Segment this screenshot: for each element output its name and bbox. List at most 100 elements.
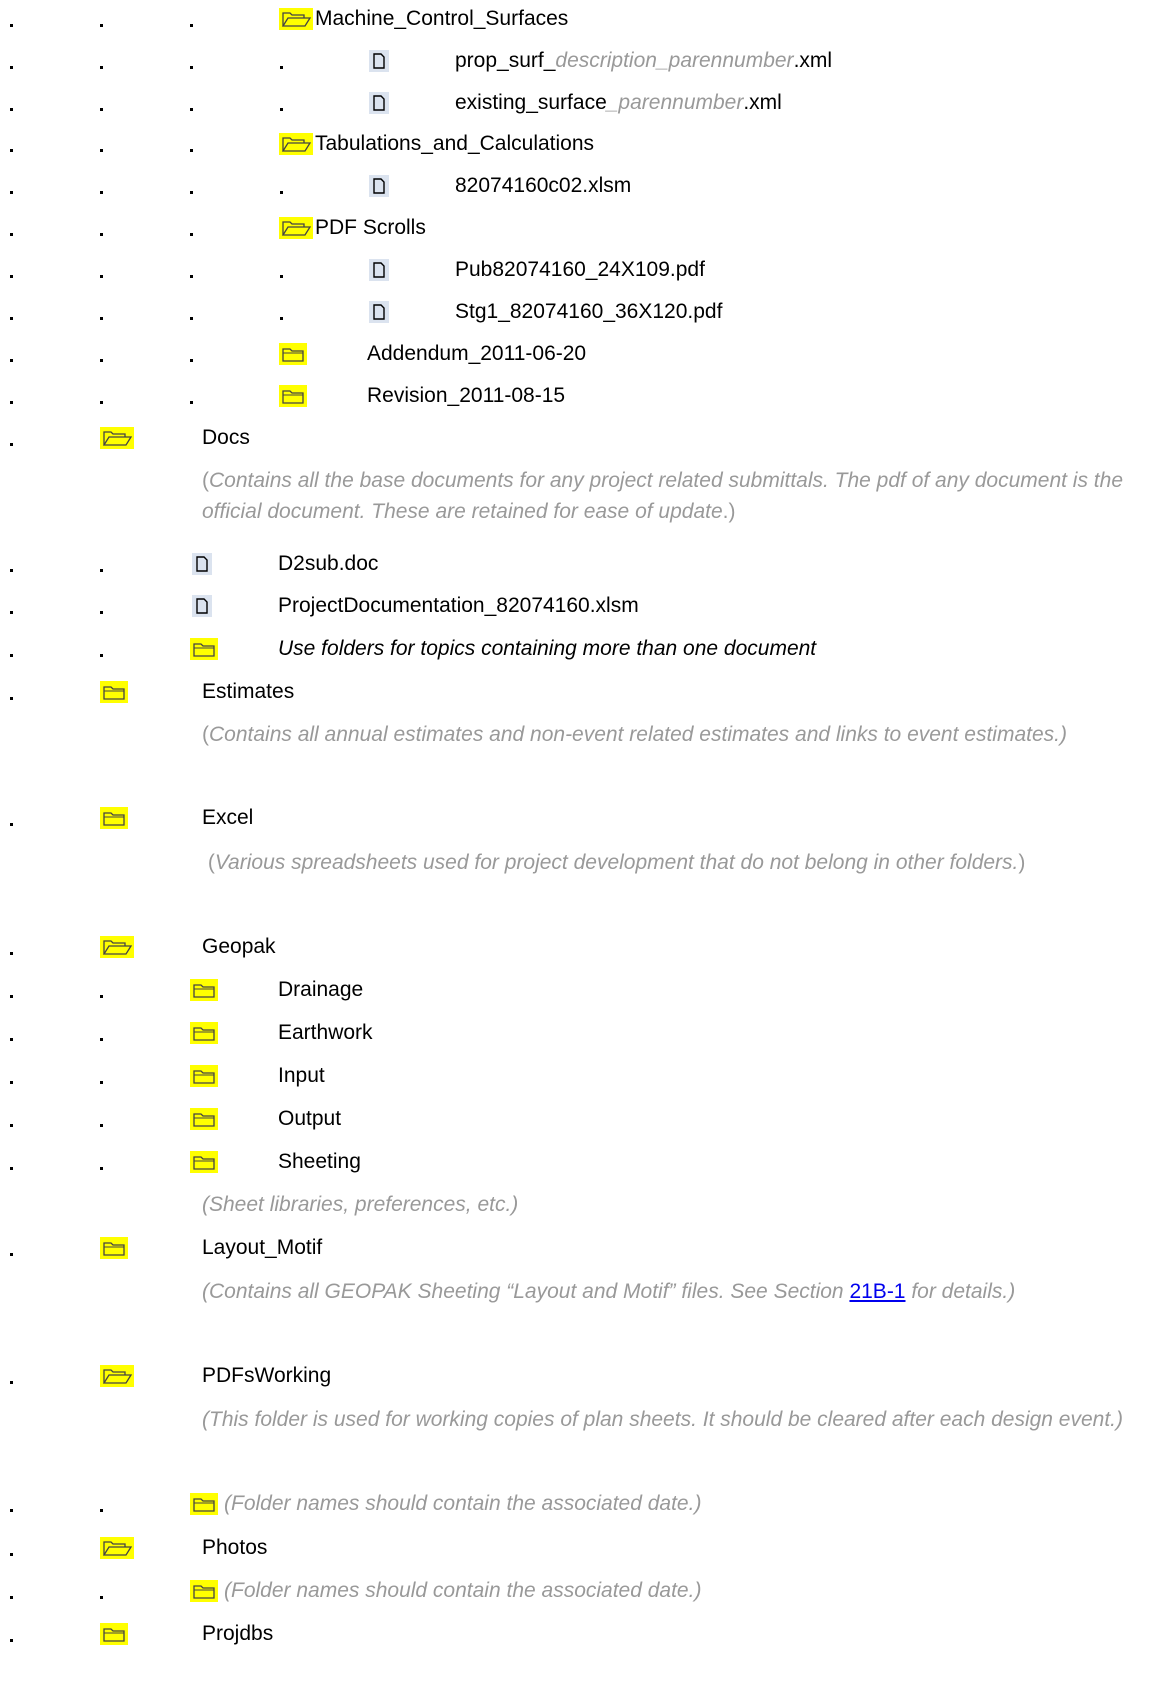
folder-name: Projdbs [202, 1622, 274, 1645]
indent-dot [10, 303, 16, 320]
folder-description: (Sheet libraries, preferences, etc.) [202, 1193, 519, 1216]
indent-dot [100, 1067, 106, 1084]
file-name: Pub82074160_24X109.pdf [455, 258, 705, 281]
indent-dot [10, 938, 16, 955]
folder-name: Earthwork [278, 1021, 373, 1044]
indent-dot [100, 387, 106, 404]
closed-folder-icon [190, 636, 218, 662]
indent-dot [100, 981, 106, 998]
indent-dot [190, 387, 196, 404]
indent-dot [10, 429, 16, 446]
closed-folder-icon [100, 1621, 128, 1647]
indent-dot [10, 1539, 16, 1556]
indent-dot [10, 1024, 16, 1041]
file-icon [369, 173, 389, 199]
indent-dot [190, 10, 196, 27]
indent-dot [280, 261, 286, 278]
indent-dot [100, 10, 106, 27]
folder-name: Sheeting [278, 1150, 361, 1173]
indent-dot [100, 640, 106, 657]
indent-dot [190, 135, 196, 152]
indent-dot [10, 261, 16, 278]
folder-name: Addendum_2011-06-20 [367, 342, 587, 365]
indent-dot [280, 52, 286, 69]
folder-name: Estimates [202, 680, 295, 703]
indent-dot [10, 555, 16, 572]
indent-dot [10, 135, 16, 152]
folder-name: Photos [202, 1536, 268, 1559]
indent-dot [10, 345, 16, 362]
folder-name: (Folder names should contain the associa… [224, 1579, 702, 1602]
indent-dot [100, 219, 106, 236]
indent-dot [10, 1625, 16, 1642]
closed-folder-icon [190, 1149, 218, 1175]
section-link[interactable]: 21B-1 [849, 1280, 905, 1303]
folder-description: (Contains all annual estimates and non-e… [202, 723, 1067, 746]
indent-dot [100, 1110, 106, 1127]
closed-folder-icon [279, 383, 307, 409]
indent-dot [190, 52, 196, 69]
folder-name: Layout_Motif [202, 1236, 323, 1259]
indent-dot [100, 94, 106, 111]
folder-description: (Contains all the base documents for any… [202, 469, 1124, 523]
indent-dot [190, 261, 196, 278]
folder-name: Revision_2011-08-15 [367, 384, 566, 407]
indent-dot [10, 640, 16, 657]
indent-dot [100, 1582, 106, 1599]
indent-dot [100, 177, 106, 194]
indent-dot [10, 809, 16, 826]
indent-dot [10, 1110, 16, 1127]
indent-dot [10, 1067, 16, 1084]
indent-dot [10, 10, 16, 27]
indent-dot [10, 683, 16, 700]
file-icon [369, 299, 389, 325]
file-name: existing_surface_parennumber.xml [455, 91, 782, 114]
file-icon [192, 551, 212, 577]
folder-description: (This folder is used for working copies … [202, 1408, 1124, 1431]
file-name: 82074160c02.xlsm [455, 174, 632, 197]
indent-dot [10, 177, 16, 194]
indent-dot [10, 1153, 16, 1170]
indent-dot [10, 387, 16, 404]
folder-name: Input [278, 1064, 325, 1087]
file-name: D2sub.doc [278, 552, 379, 575]
closed-folder-icon [190, 1491, 218, 1517]
indent-dot [10, 1582, 16, 1599]
indent-dot [100, 1153, 106, 1170]
indent-dot [10, 1367, 16, 1384]
closed-folder-icon [279, 341, 307, 367]
folder-name: Docs [202, 426, 250, 449]
indent-dot [190, 177, 196, 194]
folder-name: PDF Scrolls [315, 216, 426, 239]
folder-name: PDFsWorking [202, 1364, 332, 1387]
closed-folder-icon [190, 1063, 218, 1089]
open-folder-icon [100, 425, 134, 451]
folder-name: Tabulations_and_Calculations [315, 132, 595, 155]
indent-dot [190, 303, 196, 320]
folder-name: Machine_Control_Surfaces [315, 7, 569, 30]
folder-name: (Folder names should contain the associa… [224, 1492, 702, 1515]
indent-dot [100, 1495, 106, 1512]
indent-dot [100, 345, 106, 362]
closed-folder-icon [100, 679, 128, 705]
closed-folder-icon [190, 977, 218, 1003]
indent-dot [190, 219, 196, 236]
indent-dot [10, 597, 16, 614]
file-icon [192, 593, 212, 619]
indent-dot [190, 345, 196, 362]
file-name: Stg1_82074160_36X120.pdf [455, 300, 723, 323]
open-folder-icon [100, 1535, 134, 1561]
file-name: prop_surf_description_parennumber.xml [455, 49, 833, 72]
indent-dot [100, 52, 106, 69]
open-folder-icon [279, 215, 313, 241]
indent-dot [280, 303, 286, 320]
indent-dot [10, 981, 16, 998]
indent-dot [100, 555, 106, 572]
open-folder-icon [100, 934, 134, 960]
open-folder-icon [100, 1363, 134, 1389]
open-folder-icon [279, 131, 313, 157]
closed-folder-icon [190, 1020, 218, 1046]
indent-dot [190, 94, 196, 111]
folder-name: Geopak [202, 935, 276, 958]
closed-folder-icon [190, 1578, 218, 1604]
